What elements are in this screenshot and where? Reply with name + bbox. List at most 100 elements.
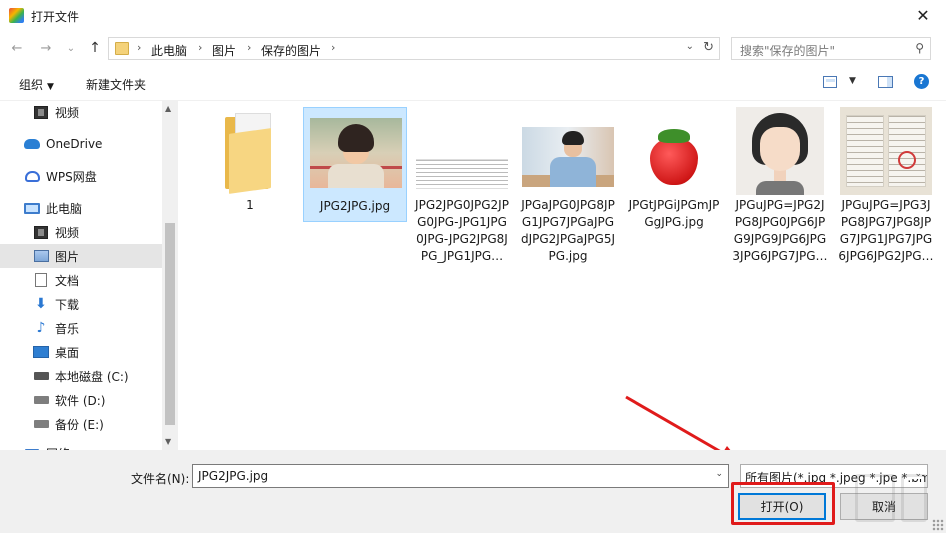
cancel-button[interactable]: 取消	[840, 493, 928, 520]
sidebar-item-drive-e[interactable]: 备份 (E:)	[0, 412, 162, 436]
sidebar-item-label: 音乐	[55, 321, 80, 336]
up-folder-icon[interactable]: ↑	[86, 39, 104, 57]
documents-icon	[33, 272, 49, 288]
sidebar-item-label: 视频	[55, 105, 80, 120]
folder-icon	[115, 42, 129, 55]
chevron-down-icon: ▼	[47, 82, 54, 92]
file-name: 1	[246, 198, 254, 212]
desktop-icon	[33, 344, 49, 360]
new-folder-button[interactable]: 新建文件夹	[86, 76, 146, 93]
sidebar-item-music[interactable]: ♪ 音乐	[0, 316, 162, 340]
file-tile[interactable]: JPGuJPG=JPG3JPG8JPG7JPG8JPG7JPG1JPG7JPG6…	[834, 107, 938, 265]
preview-pane-icon[interactable]	[878, 76, 893, 88]
forward-icon[interactable]: →	[37, 39, 55, 57]
breadcrumb[interactable]: › 此电脑 › 图片 › 保存的图片 › ⌄ ↻	[108, 37, 720, 60]
sidebar-item-videos-quick[interactable]: 视频	[0, 101, 162, 124]
file-name: JPGuJPG=JPG2JPG8JPG0JPG6JPG9JPG9JPG6JPG3…	[732, 198, 828, 263]
title-bar: 打开文件 ✕	[0, 0, 946, 31]
sidebar-item-label: 本地磁盘 (C:)	[55, 369, 129, 384]
sidebar-item-drive-c[interactable]: 本地磁盘 (C:)	[0, 364, 162, 388]
sidebar-item-label: 桌面	[55, 345, 80, 360]
file-tile[interactable]: JPGuJPG=JPG2JPG8JPG0JPG6JPG9JPG9JPG6JPG3…	[728, 107, 832, 265]
computer-icon	[24, 200, 40, 216]
scrollbar-thumb[interactable]	[165, 223, 175, 425]
breadcrumb-separator[interactable]: ›	[198, 41, 202, 54]
search-input[interactable]: 搜索"保存的图片" ⚲	[731, 37, 931, 60]
sidebar-item-wps-cloud[interactable]: WPS网盘	[0, 164, 162, 188]
onedrive-icon	[24, 136, 40, 152]
video-icon	[33, 104, 49, 120]
disk-icon	[33, 416, 49, 432]
file-tile[interactable]: JPG2JPG0JPG2JPG0JPG-JPG1JPG0JPG-JPG2JPG8…	[410, 107, 514, 265]
sidebar-item-label: 此电脑	[46, 201, 83, 216]
help-icon[interactable]: ?	[914, 74, 929, 89]
breadcrumb-separator[interactable]: ›	[331, 41, 335, 54]
breadcrumb-pictures[interactable]: 图片	[212, 42, 236, 59]
folder-icon	[198, 107, 302, 195]
sidebar-item-onedrive[interactable]: OneDrive	[0, 132, 162, 156]
breadcrumb-separator[interactable]: ›	[247, 41, 251, 54]
filename-label: 文件名(N):	[131, 472, 190, 486]
recent-locations-dropdown-icon[interactable]: ⌄	[62, 39, 80, 57]
file-tile[interactable]: JPGtJPGiJPGmJPGgJPG.jpg	[622, 107, 726, 231]
breadcrumb-this-pc[interactable]: 此电脑	[151, 42, 187, 59]
sidebar-item-videos[interactable]: 视频	[0, 220, 162, 244]
disk-icon	[33, 368, 49, 384]
sidebar-item-label: 备份 (E:)	[55, 417, 104, 432]
sidebar-item-pictures[interactable]: 图片	[0, 244, 162, 268]
sidebar-item-documents[interactable]: 文档	[0, 268, 162, 292]
window-title: 打开文件	[31, 10, 80, 24]
address-bar: ← → ⌄ ↑ › 此电脑 › 图片 › 保存的图片 › ⌄ ↻ 搜索"保存的图…	[0, 31, 946, 65]
filename-input[interactable]: JPG2JPG.jpg ⌄	[192, 464, 729, 488]
file-name: JPG2JPG.jpg	[319, 199, 391, 213]
sidebar-item-label: 视频	[55, 225, 80, 240]
sidebar-item-label: 下载	[55, 297, 80, 312]
sidebar-scrollbar[interactable]: ▲ ▼	[162, 101, 178, 450]
chevron-down-icon[interactable]: ⌄	[715, 469, 723, 479]
content-scrollbar[interactable]	[934, 101, 946, 450]
close-button[interactable]: ✕	[900, 0, 946, 31]
navigation-pane: 视频 OneDrive WPS网盘 此电脑 视频 图片 文档 ⬇ 下载 ♪ 音乐…	[0, 101, 178, 450]
file-name: JPG2JPG0JPG2JPG0JPG-JPG1JPG0JPG-JPG2JPG8…	[415, 198, 509, 263]
music-icon: ♪	[36, 320, 46, 336]
sidebar-item-label: 文档	[55, 273, 80, 288]
sidebar-item-label: OneDrive	[46, 137, 103, 151]
file-name: JPGtJPGiJPGmJPGgJPG.jpg	[628, 198, 720, 229]
wps-cloud-icon	[24, 168, 40, 184]
image-thumbnail	[516, 107, 620, 195]
path-dropdown-icon[interactable]: ⌄	[686, 41, 694, 52]
breadcrumb-saved-pictures[interactable]: 保存的图片	[261, 42, 321, 59]
organize-button[interactable]: 组织 ▼	[19, 76, 54, 93]
sidebar-item-this-pc[interactable]: 此电脑	[0, 196, 162, 220]
sidebar-item-downloads[interactable]: ⬇ 下载	[0, 292, 162, 316]
annotation-highlight-box	[731, 482, 835, 525]
chevron-down-icon[interactable]: ⌄	[912, 469, 922, 479]
download-icon: ⬇	[35, 296, 47, 312]
resize-grip[interactable]	[932, 519, 944, 531]
file-name: JPGuJPG=JPG3JPG8JPG7JPG8JPG7JPG1JPG7JPG6…	[838, 198, 934, 263]
app-icon	[9, 8, 24, 23]
view-options-dropdown-icon[interactable]: ▼	[849, 76, 856, 86]
sidebar-item-network[interactable]: 网络	[0, 441, 162, 450]
image-thumbnail	[304, 108, 408, 196]
breadcrumb-separator[interactable]: ›	[137, 41, 141, 54]
scroll-up-icon[interactable]: ▲	[165, 104, 171, 113]
file-tile[interactable]: JPGaJPG0JPG8JPG1JPG7JPGaJPGdJPG2JPGaJPG5…	[516, 107, 620, 265]
sidebar-item-drive-d[interactable]: 软件 (D:)	[0, 388, 162, 412]
scroll-down-icon[interactable]: ▼	[165, 437, 171, 446]
sidebar-item-label: WPS网盘	[46, 169, 97, 184]
command-bar: 组织 ▼ 新建文件夹 ▼ ?	[0, 65, 946, 101]
change-view-icon[interactable]	[823, 76, 837, 88]
file-list-view[interactable]: 1 JPG2JPG.jpg JPG2JPG0JPG2JPG0JPG-JPG1JP…	[178, 101, 946, 450]
sidebar-item-desktop[interactable]: 桌面	[0, 340, 162, 364]
file-tile-folder[interactable]: 1	[198, 107, 302, 214]
filename-value[interactable]: JPG2JPG.jpg	[198, 469, 268, 483]
file-tile-selected[interactable]: JPG2JPG.jpg	[303, 107, 407, 222]
pictures-icon	[33, 248, 49, 264]
image-thumbnail	[622, 107, 726, 195]
organize-label: 组织	[19, 78, 44, 92]
search-icon[interactable]: ⚲	[915, 41, 924, 55]
refresh-icon[interactable]: ↻	[703, 40, 714, 55]
disk-icon	[33, 392, 49, 408]
back-icon[interactable]: ←	[8, 39, 26, 57]
